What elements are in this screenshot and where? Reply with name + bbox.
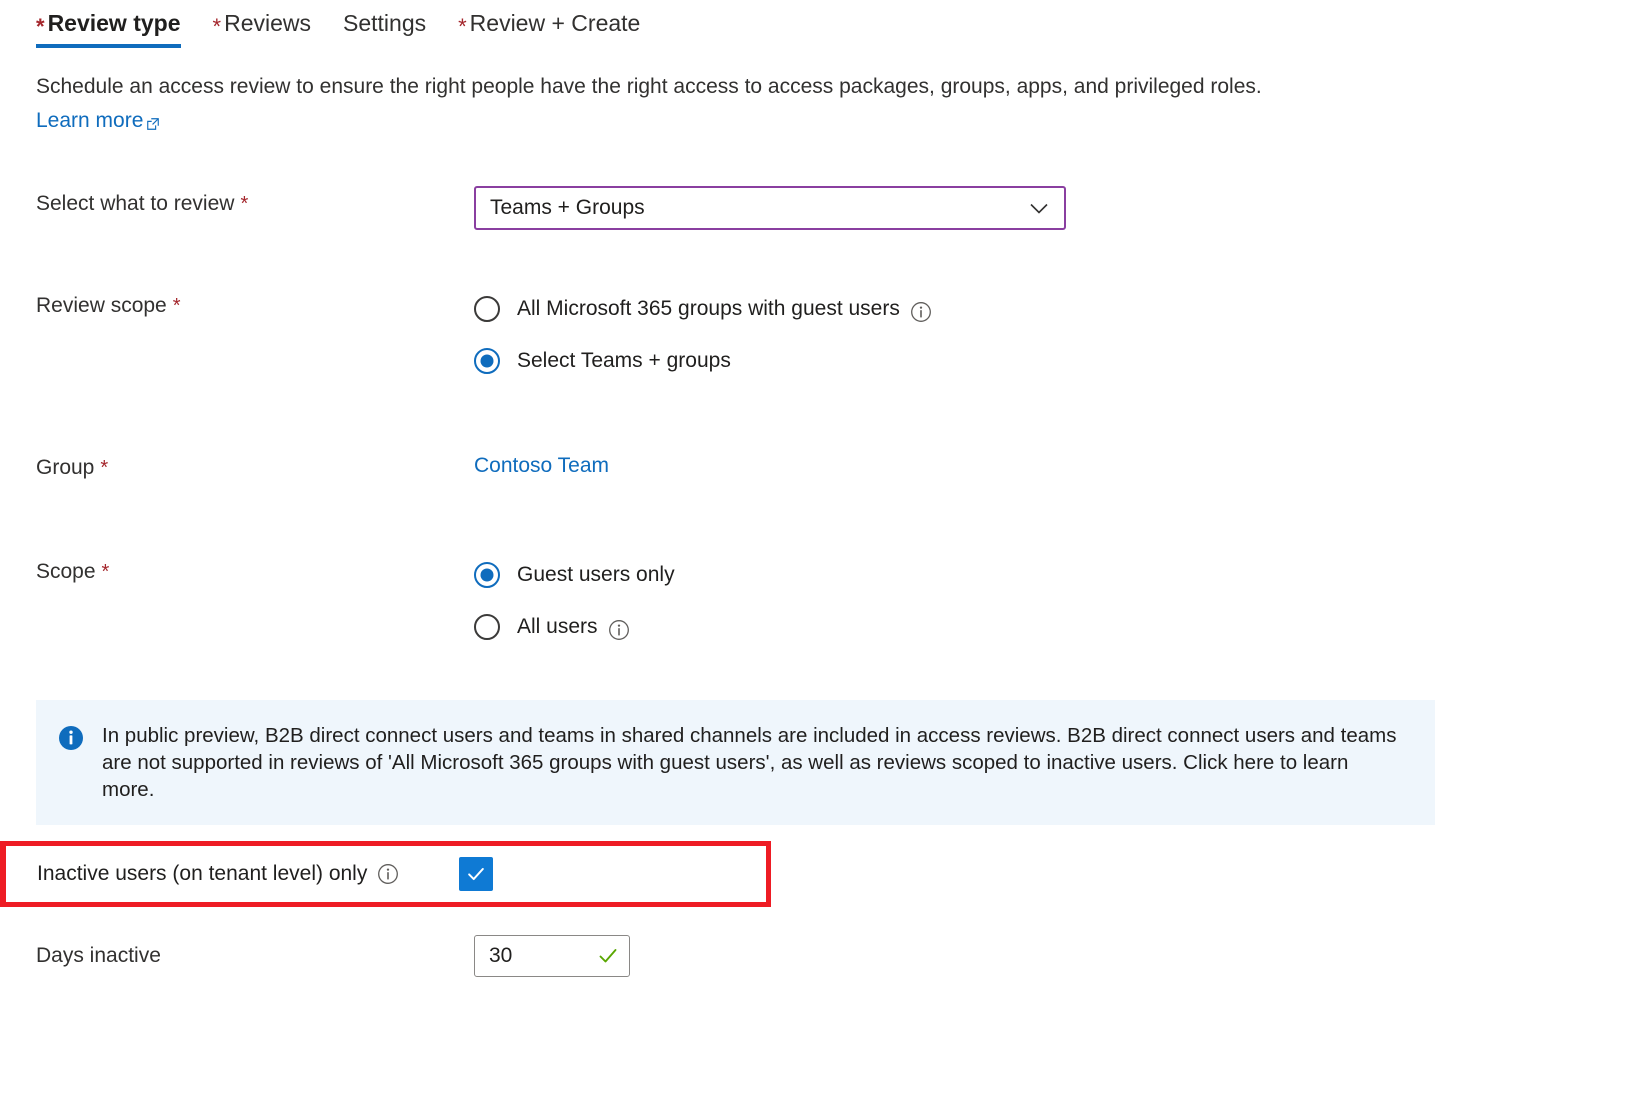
- radio-label: Select Teams + groups: [517, 347, 731, 375]
- field-label: Days inactive: [36, 944, 161, 967]
- field-days-inactive: 30: [474, 935, 1610, 977]
- info-icon[interactable]: [377, 863, 399, 885]
- field-group: Contoso Team: [474, 450, 1610, 480]
- page-description: Schedule an access review to ensure the …: [36, 72, 1610, 102]
- info-icon[interactable]: [910, 301, 932, 323]
- radio-guest-users-only[interactable]: Guest users only: [474, 554, 1610, 596]
- radio-all-m365-groups-with-guest-users[interactable]: All Microsoft 365 groups with guest user…: [474, 288, 1610, 330]
- tab-review-type[interactable]: * Review type: [36, 8, 199, 48]
- row-days-inactive: Days inactive 30: [36, 935, 1610, 977]
- radio-label: All Microsoft 365 groups with guest user…: [517, 295, 900, 323]
- radio-indicator[interactable]: [474, 296, 500, 322]
- info-banner: In public preview, B2B direct connect us…: [36, 700, 1435, 825]
- radio-all-users[interactable]: All users: [474, 606, 1610, 648]
- field-label: Inactive users (on tenant level) only: [37, 862, 367, 886]
- field-scope: Guest users only All users: [474, 554, 1610, 648]
- radio-select-teams-groups[interactable]: Select Teams + groups: [474, 340, 1610, 382]
- group-value-link[interactable]: Contoso Team: [474, 450, 609, 480]
- required-asterisk: *: [458, 16, 467, 38]
- tab-reviews[interactable]: * Reviews: [213, 8, 329, 48]
- field-label: Review scope: [36, 294, 167, 317]
- radio-indicator[interactable]: [474, 348, 500, 374]
- days-inactive-section: Days inactive 30: [0, 935, 1646, 977]
- tab-label: Settings: [343, 8, 426, 38]
- highlight-wrapper: Inactive users (on tenant level) only: [0, 841, 1646, 907]
- label-scope: Scope *: [36, 554, 474, 586]
- field-select-what-to-review: Teams + Groups: [474, 186, 1610, 230]
- field-label: Group: [36, 456, 94, 479]
- required-asterisk: *: [36, 16, 45, 38]
- wizard-tabs: * Review type * Reviews Settings * Revie…: [0, 0, 1646, 48]
- label-inactive-users-only: Inactive users (on tenant level) only: [37, 862, 399, 886]
- required-asterisk: *: [102, 561, 110, 583]
- row-review-scope: Review scope * All Microsoft 365 groups w…: [36, 288, 1610, 382]
- valid-check-icon: [597, 945, 619, 967]
- tab-review-create[interactable]: * Review + Create: [458, 8, 658, 48]
- row-scope: Scope * Guest users only All users: [36, 554, 1610, 648]
- required-asterisk: *: [100, 457, 108, 479]
- learn-more-label: Learn more: [36, 106, 143, 136]
- external-link-icon: [146, 110, 160, 124]
- required-asterisk: *: [213, 16, 222, 38]
- learn-more-link[interactable]: Learn more: [36, 106, 160, 136]
- info-banner-text: In public preview, B2B direct connect us…: [102, 722, 1402, 803]
- field-label: Scope: [36, 560, 96, 583]
- dropdown-selected-value: Teams + Groups: [490, 196, 645, 220]
- label-group: Group *: [36, 450, 474, 482]
- radio-indicator[interactable]: [474, 614, 500, 640]
- row-group: Group * Contoso Team: [36, 450, 1610, 482]
- required-asterisk: *: [173, 295, 181, 317]
- label-days-inactive: Days inactive: [36, 942, 474, 970]
- intro-section: Schedule an access review to ensure the …: [0, 48, 1646, 136]
- tab-label: Reviews: [224, 8, 311, 38]
- row-select-what-to-review: Select what to review * Teams + Groups: [36, 186, 1610, 230]
- days-inactive-value: 30: [489, 944, 512, 968]
- label-select-what-to-review: Select what to review *: [36, 186, 474, 218]
- active-tab-underline: [36, 44, 181, 48]
- tab-label: Review + Create: [470, 8, 641, 38]
- required-asterisk: *: [240, 193, 248, 215]
- radio-label: All users: [517, 613, 598, 641]
- tab-settings[interactable]: Settings: [343, 8, 444, 48]
- tab-label: Review type: [48, 8, 181, 38]
- info-icon[interactable]: [608, 619, 630, 641]
- inactive-users-highlight-box: Inactive users (on tenant level) only: [0, 841, 771, 907]
- review-type-form: Select what to review * Teams + Groups Re…: [0, 186, 1646, 648]
- chevron-down-icon: [1026, 195, 1052, 221]
- days-inactive-input[interactable]: 30: [474, 935, 630, 977]
- radio-label: Guest users only: [517, 561, 675, 589]
- inactive-users-checkbox[interactable]: [459, 857, 493, 891]
- select-what-to-review-dropdown[interactable]: Teams + Groups: [474, 186, 1066, 230]
- label-review-scope: Review scope *: [36, 288, 474, 320]
- field-review-scope: All Microsoft 365 groups with guest user…: [474, 288, 1610, 382]
- info-circle-icon: [58, 725, 84, 751]
- radio-indicator[interactable]: [474, 562, 500, 588]
- field-label: Select what to review: [36, 192, 234, 215]
